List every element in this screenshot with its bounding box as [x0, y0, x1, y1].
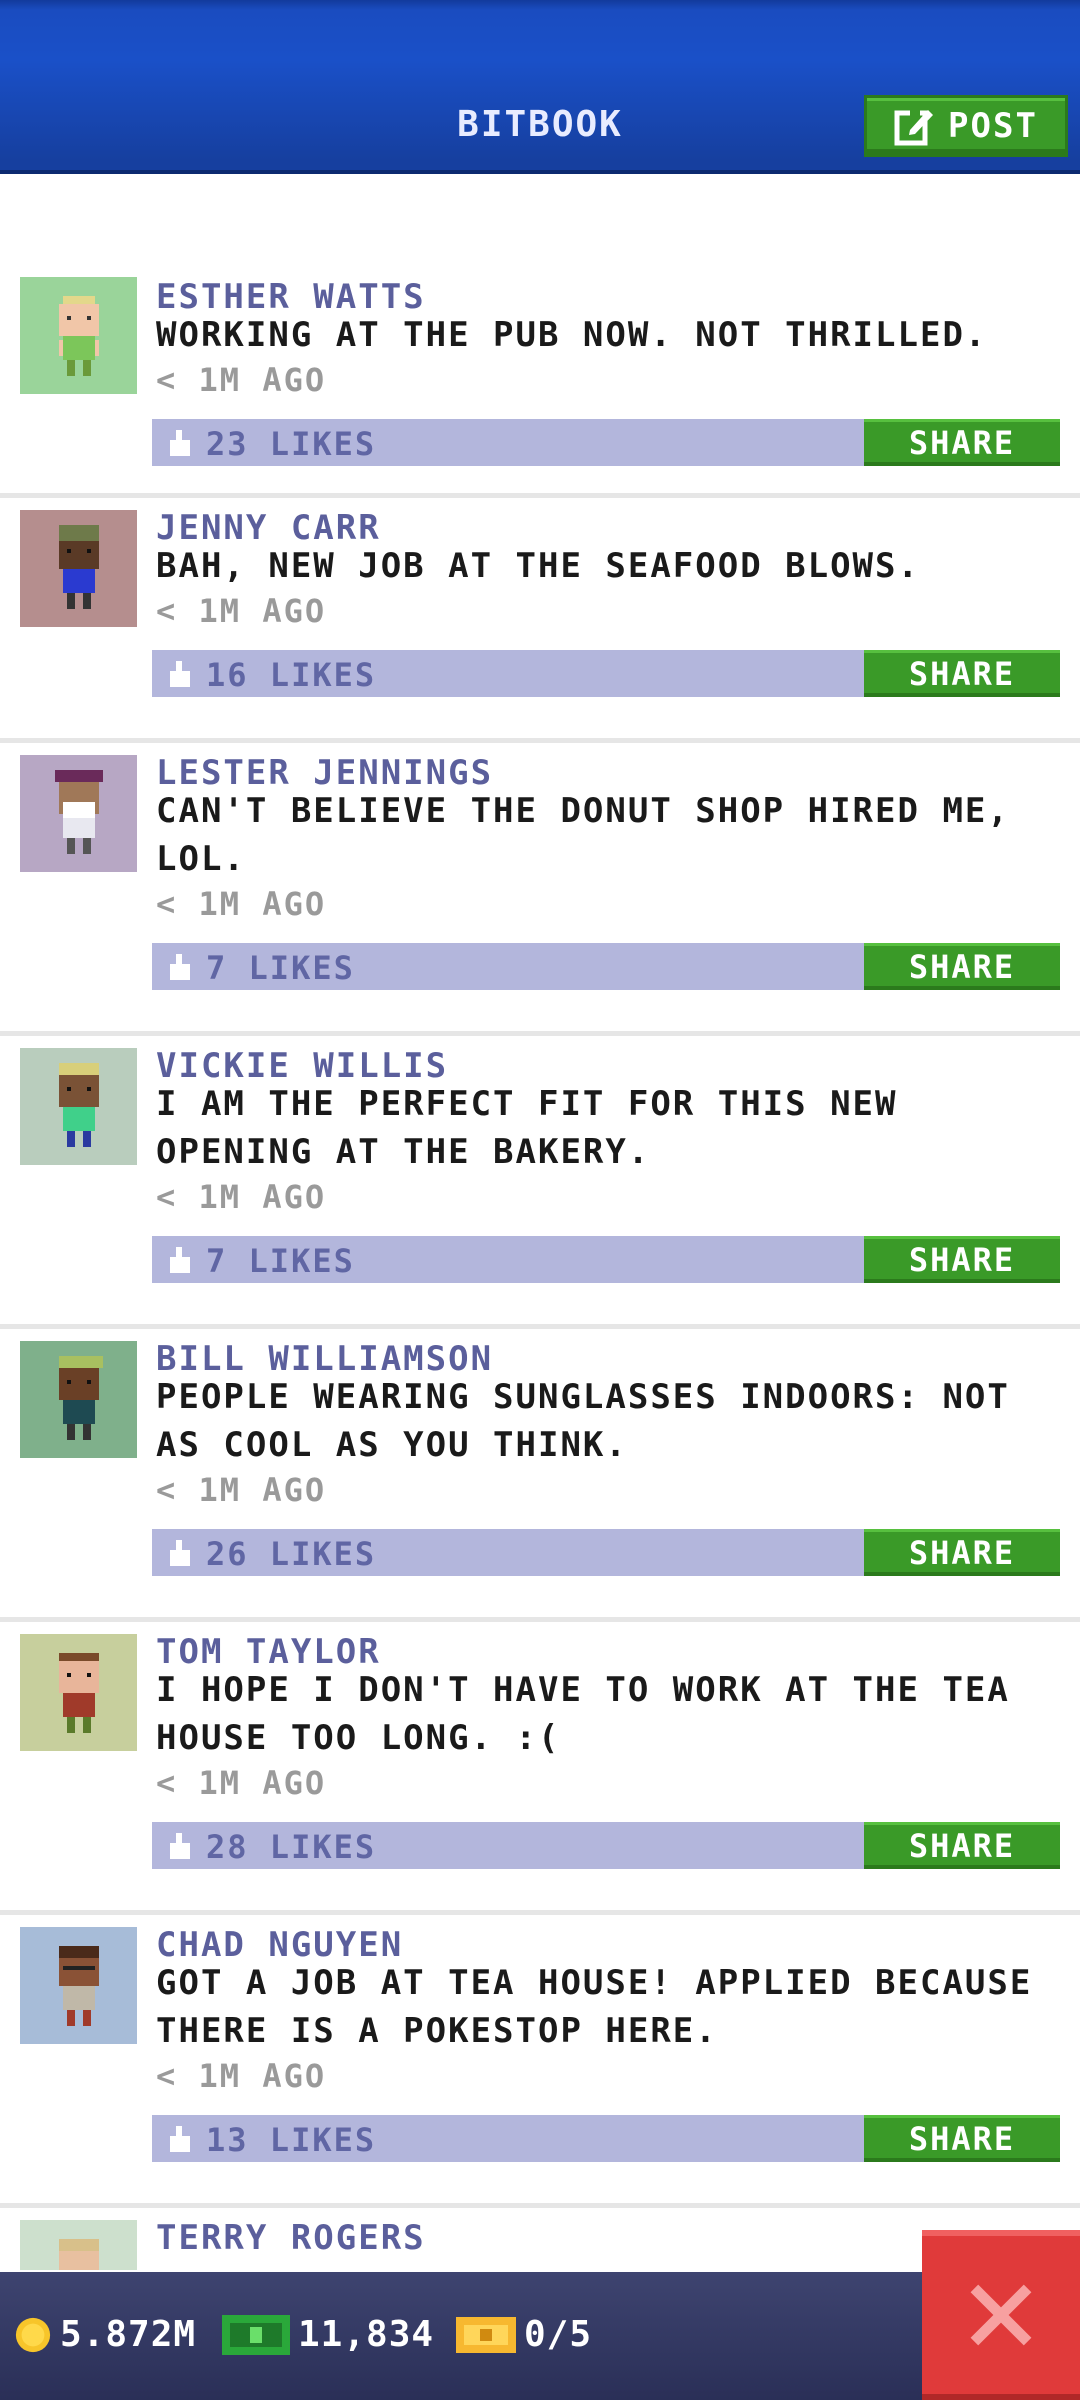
- person-avatar-icon: [58, 524, 99, 609]
- post-message: WORKING AT THE PUB NOW. NOT THRILLED.: [156, 315, 988, 355]
- post-message: BAH, NEW JOB AT THE SEAFOOD BLOWS.: [156, 546, 920, 586]
- post-time: < 1M AGO: [156, 361, 327, 399]
- person-avatar-icon: [58, 1355, 103, 1440]
- like-button[interactable]: 16 LIKES: [166, 656, 376, 694]
- post-item: BILL WILLIAMSON PEOPLE WEARING SUNGLASSE…: [0, 1329, 1080, 1622]
- likes-bar: 13 LIKES SHARE: [152, 2115, 1060, 2162]
- post-item: LESTER JENNINGS CAN'T BELIEVE THE DONUT …: [0, 743, 1080, 1036]
- post-time: < 1M AGO: [156, 1471, 327, 1509]
- bux-value: 11,834: [298, 2314, 435, 2355]
- bux-stat[interactable]: 11,834: [222, 2314, 434, 2355]
- post-time: < 1M AGO: [156, 592, 327, 630]
- person-avatar-icon: [58, 1062, 99, 1147]
- avatar[interactable]: [20, 510, 137, 627]
- likes-bar: 23 LIKES SHARE: [152, 419, 1060, 466]
- post-author[interactable]: TERRY ROGERS: [156, 2218, 426, 2258]
- thumbs-up-icon: [170, 954, 190, 980]
- avatar[interactable]: [20, 1048, 137, 1165]
- post-item: VICKIE WILLIS I AM THE PERFECT FIT FOR T…: [0, 1036, 1080, 1329]
- likes-bar: 7 LIKES SHARE: [152, 943, 1060, 990]
- post-item: CHAD NGUYEN GOT A JOB AT TEA HOUSE! APPL…: [0, 1915, 1080, 2208]
- like-button[interactable]: 28 LIKES: [166, 1828, 376, 1866]
- likes-bar: 26 LIKES SHARE: [152, 1529, 1060, 1576]
- post-item: JENNY CARR BAH, NEW JOB AT THE SEAFOOD B…: [0, 498, 1080, 743]
- likes-count: 7 LIKES: [206, 1242, 355, 1280]
- likes-count: 13 LIKES: [206, 2121, 377, 2159]
- like-button[interactable]: 7 LIKES: [166, 949, 355, 987]
- likes-count: 23 LIKES: [206, 425, 377, 463]
- avatar[interactable]: [20, 2220, 137, 2270]
- thumbs-up-icon: [170, 1247, 190, 1273]
- ticket-icon: [456, 2316, 516, 2353]
- bux-icon: [222, 2314, 290, 2355]
- share-button[interactable]: SHARE: [864, 419, 1060, 466]
- coins-stat[interactable]: 5.872M: [14, 2314, 196, 2355]
- share-button[interactable]: SHARE: [864, 1822, 1060, 1869]
- avatar[interactable]: [20, 1927, 137, 2044]
- avatar[interactable]: [20, 1341, 137, 1458]
- post-message: CAN'T BELIEVE THE DONUT SHOP HIRED ME, L…: [156, 791, 1010, 879]
- share-button[interactable]: SHARE: [864, 650, 1060, 697]
- person-avatar-icon: [58, 295, 99, 376]
- likes-count: 7 LIKES: [206, 949, 355, 987]
- share-button[interactable]: SHARE: [864, 1236, 1060, 1283]
- edit-icon: [894, 110, 934, 146]
- person-avatar-icon: [58, 1652, 99, 1733]
- coin-icon: [15, 2317, 51, 2352]
- post-button[interactable]: POST: [864, 95, 1068, 157]
- likes-count: 16 LIKES: [206, 656, 377, 694]
- feed[interactable]: ESTHER WATTS WORKING AT THE PUB NOW. NOT…: [0, 170, 1080, 2270]
- header: BITBOOK POST: [0, 0, 1080, 174]
- like-button[interactable]: 7 LIKES: [166, 1242, 355, 1280]
- thumbs-up-icon: [170, 1833, 190, 1859]
- post-message: I HOPE I DON'T HAVE TO WORK AT THE TEA H…: [156, 1670, 1010, 1758]
- like-button[interactable]: 13 LIKES: [166, 2121, 376, 2159]
- coins-value: 5.872M: [60, 2314, 197, 2355]
- person-avatar-icon: [54, 769, 103, 854]
- share-button[interactable]: SHARE: [864, 1529, 1060, 1576]
- post-label: POST: [948, 106, 1038, 146]
- avatar[interactable]: [20, 277, 137, 394]
- tickets-value: 0/5: [524, 2314, 593, 2355]
- avatar[interactable]: [20, 755, 137, 872]
- person-avatar-icon: [58, 1945, 99, 2026]
- post-time: < 1M AGO: [156, 1764, 327, 1802]
- likes-count: 28 LIKES: [206, 1828, 377, 1866]
- post-message: PEOPLE WEARING SUNGLASSES INDOORS: NOT A…: [156, 1377, 1010, 1465]
- likes-count: 26 LIKES: [206, 1535, 377, 1573]
- like-button[interactable]: 26 LIKES: [166, 1535, 376, 1573]
- close-icon: [970, 2284, 1032, 2346]
- person-avatar-icon: [58, 2238, 99, 2270]
- post-item: ESTHER WATTS WORKING AT THE PUB NOW. NOT…: [0, 265, 1080, 498]
- post-time: < 1M AGO: [156, 1178, 327, 1216]
- close-button[interactable]: [922, 2230, 1080, 2400]
- tickets-stat[interactable]: 0/5: [456, 2314, 592, 2355]
- post-item: TERRY ROGERS: [0, 2208, 1080, 2270]
- post-message: GOT A JOB AT TEA HOUSE! APPLIED BECAUSE …: [156, 1963, 1033, 2051]
- thumbs-up-icon: [170, 430, 190, 456]
- likes-bar: 16 LIKES SHARE: [152, 650, 1060, 697]
- share-button[interactable]: SHARE: [864, 2115, 1060, 2162]
- avatar[interactable]: [20, 1634, 137, 1751]
- share-button[interactable]: SHARE: [864, 943, 1060, 990]
- like-button[interactable]: 23 LIKES: [166, 425, 376, 463]
- post-time: < 1M AGO: [156, 2057, 327, 2095]
- likes-bar: 28 LIKES SHARE: [152, 1822, 1060, 1869]
- thumbs-up-icon: [170, 1540, 190, 1566]
- thumbs-up-icon: [170, 661, 190, 687]
- post-item: TOM TAYLOR I HOPE I DON'T HAVE TO WORK A…: [0, 1622, 1080, 1915]
- thumbs-up-icon: [170, 2126, 190, 2152]
- post-time: < 1M AGO: [156, 885, 327, 923]
- likes-bar: 7 LIKES SHARE: [152, 1236, 1060, 1283]
- post-message: I AM THE PERFECT FIT FOR THIS NEW OPENIN…: [156, 1084, 898, 1172]
- status-bar: 5.872M 11,834 0/5: [0, 2272, 1080, 2400]
